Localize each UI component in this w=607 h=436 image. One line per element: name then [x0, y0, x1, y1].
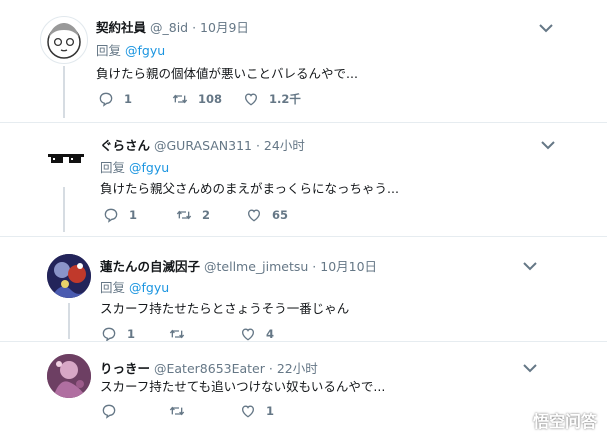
- like-count: 65: [272, 208, 289, 222]
- tweet-text: 負けたら親父さんめのまえがまっくらになっちゃう...: [100, 181, 399, 196]
- handle[interactable]: @_8id: [150, 20, 188, 35]
- tweet-1[interactable]: 契約社員 @_8id · 10月9日 回复 @fgyu 負けたら親の個体値が悪い…: [0, 0, 607, 122]
- like-button[interactable]: 1.2千: [243, 91, 301, 107]
- thread-line: [63, 187, 65, 232]
- like-button[interactable]: 1: [240, 403, 274, 419]
- reply-context: 回复 @fgyu: [100, 277, 169, 296]
- reply-button[interactable]: 1: [101, 326, 135, 342]
- tweet-text: スカーフ持たせたらとさょうそう一番じゃん: [100, 301, 350, 316]
- reply-mention[interactable]: @fgyu: [129, 160, 169, 175]
- retweet-icon: [172, 91, 188, 107]
- reply-button[interactable]: 1: [98, 91, 132, 107]
- retweet-button[interactable]: [169, 326, 195, 342]
- timestamp[interactable]: · 24小时: [256, 138, 305, 153]
- tweet-header: りっきー @Eater8653Eater · 22小时: [100, 358, 318, 377]
- display-name[interactable]: 蓮たんの自滅因子: [100, 259, 200, 274]
- display-name[interactable]: 契約社員: [96, 20, 146, 35]
- reply-context: 回复 @fgyu: [100, 157, 169, 176]
- like-icon: [240, 326, 256, 342]
- reply-icon: [101, 403, 117, 419]
- display-name[interactable]: りっきー: [100, 361, 150, 376]
- tweet-header: ぐらさん @GURASAN311 · 24小时: [100, 135, 305, 154]
- chevron-down-icon[interactable]: [521, 260, 539, 272]
- reply-prefix: 回复: [100, 280, 126, 295]
- watermark-text: 悟空问答: [532, 412, 597, 431]
- reply-prefix: 回复: [100, 160, 126, 175]
- reply-count: 1: [127, 327, 136, 341]
- timestamp[interactable]: · 10月10日: [312, 259, 377, 274]
- handle[interactable]: @Eater8653Eater: [154, 361, 265, 376]
- watermark-logo-icon: [509, 410, 529, 430]
- chevron-down-icon[interactable]: [521, 362, 539, 374]
- retweet-icon: [169, 403, 185, 419]
- reply-count: 1: [124, 92, 133, 106]
- display-name[interactable]: ぐらさん: [100, 138, 150, 153]
- avatar[interactable]: [47, 254, 91, 298]
- reply-icon: [101, 326, 117, 342]
- reply-mention[interactable]: @fgyu: [129, 280, 169, 295]
- like-count: 4: [266, 327, 275, 341]
- reply-count: 1: [129, 208, 138, 222]
- handle[interactable]: @tellme_jimetsu: [204, 259, 308, 274]
- tweet-header: 蓮たんの自滅因子 @tellme_jimetsu · 10月10日: [100, 256, 377, 275]
- thread-line: [63, 66, 65, 118]
- avatar[interactable]: [40, 16, 88, 64]
- reply-button[interactable]: 1: [103, 207, 137, 223]
- reply-icon: [103, 207, 119, 223]
- timestamp[interactable]: · 22小时: [269, 361, 318, 376]
- tweet-text: 負けたら親の個体値が悪いことバレるんやで...: [96, 66, 358, 81]
- like-count: 1: [266, 404, 275, 418]
- timestamp[interactable]: · 10月9日: [192, 20, 249, 35]
- retweet-button[interactable]: 108: [172, 91, 222, 107]
- avatar[interactable]: [46, 139, 86, 179]
- retweet-count: 2: [202, 208, 211, 222]
- tweet-text: スカーフ持たせても追いつけない奴もいるんやで...: [100, 379, 386, 394]
- retweet-button[interactable]: 2: [176, 207, 210, 223]
- retweet-count: 108: [198, 92, 223, 106]
- retweet-button[interactable]: [169, 403, 195, 419]
- tweet-header: 契約社員 @_8id · 10月9日: [96, 17, 249, 36]
- like-button[interactable]: 4: [240, 326, 274, 342]
- retweet-icon: [176, 207, 192, 223]
- handle[interactable]: @GURASAN311: [154, 138, 252, 153]
- like-icon: [246, 207, 262, 223]
- like-icon: [240, 403, 256, 419]
- chevron-down-icon[interactable]: [539, 139, 557, 151]
- like-count: 1.2千: [269, 92, 301, 106]
- like-button[interactable]: 65: [246, 207, 288, 223]
- thread-line: [68, 303, 70, 339]
- reply-button[interactable]: [101, 403, 127, 419]
- tweet-3[interactable]: 蓮たんの自滅因子 @tellme_jimetsu · 10月10日 回复 @fg…: [0, 237, 607, 341]
- like-icon: [243, 91, 259, 107]
- reply-mention[interactable]: @fgyu: [125, 43, 165, 58]
- tweet-2[interactable]: ぐらさん @GURASAN311 · 24小时 回复 @fgyu 負けたら親父さ…: [0, 123, 607, 236]
- reply-icon: [98, 91, 114, 107]
- retweet-icon: [169, 326, 185, 342]
- watermark: 悟空问答: [509, 408, 597, 432]
- chevron-down-icon[interactable]: [537, 22, 555, 34]
- avatar[interactable]: [47, 354, 91, 398]
- reply-context: 回复 @fgyu: [96, 40, 165, 59]
- reply-prefix: 回复: [96, 43, 122, 58]
